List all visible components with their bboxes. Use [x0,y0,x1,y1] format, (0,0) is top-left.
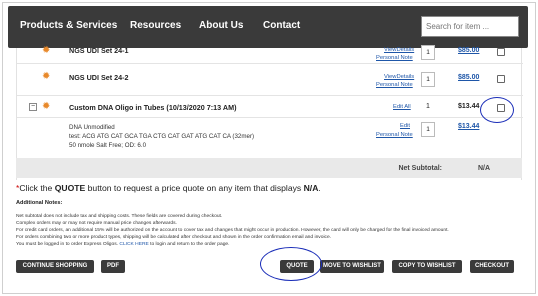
continue-shopping-button[interactable]: CONTINUE SHOPPING [16,260,94,273]
quote-note-text: Click the [19,183,55,193]
click-here-link[interactable]: CLICK HERE [119,242,148,247]
view-details-link[interactable]: ViewDetails [384,74,414,80]
quantity-input[interactable]: 1 [421,45,435,60]
additional-note-line: For orders combining two or more product… [16,235,332,240]
additional-note-line: For credit card orders, an additional 15… [16,228,449,233]
oligo-type: DNA Unmodified [69,124,115,131]
personal-note-link[interactable]: Personal Note [376,82,413,88]
product-name: NGS UDI Set 24-2 [69,73,129,82]
annotation-circle [480,97,514,123]
nav-resources[interactable]: Resources [130,20,181,31]
additional-notes-title: Additional Notes: [16,200,63,206]
cart-row: ✹ NGS UDI Set 24-2 ViewDetails Personal … [17,64,523,96]
item-price[interactable]: $85.00 [458,47,479,54]
item-price: $13.44 [458,103,480,110]
annotation-circle [260,247,322,281]
product-name: NGS UDI Set 24-1 [69,46,129,55]
move-to-wishlist-button[interactable]: MOVE TO WISHLIST [320,260,384,273]
search-input[interactable] [421,16,519,37]
select-checkbox[interactable] [497,48,505,56]
personal-note-link[interactable]: Personal Note [376,55,413,61]
login-note-text: to login and return to the order page. [148,242,230,247]
nav-about-us[interactable]: About Us [199,20,243,31]
na-keyword: N/A [303,183,319,193]
view-details-link[interactable]: ViewDetails [384,47,414,53]
login-note-text: You must be logged in to order Express O… [16,242,120,247]
nav-products-services[interactable]: Products & Services [20,20,117,31]
additional-note-line: Net subtotal does not include tax and sh… [16,214,223,219]
gear-icon: ✹ [42,45,51,56]
net-subtotal-label: Net Subtotal: [398,165,442,172]
cart-row: − ✹ Custom DNA Oligo in Tubes (10/13/202… [17,96,523,118]
quote-keyword: QUOTE [54,183,86,193]
additional-note-line: You must be logged in to order Express O… [16,242,230,247]
oligo-sequence: test: ACG ATG CAT GCA TGA CTG CAT GAT AT… [69,133,255,140]
gear-icon: ✹ [42,71,51,82]
oligo-scale: 50 nmole Salt Free; OD: 6.0 [69,142,147,149]
edit-all-link[interactable]: Edit All [393,104,411,110]
quantity-value: 1 [426,103,430,110]
quantity-input[interactable]: 1 [421,122,435,137]
oligo-detail-row: DNA Unmodified test: ACG ATG CAT GCA TGA… [17,118,523,158]
select-checkbox[interactable] [497,75,505,83]
product-name: Custom DNA Oligo in Tubes (10/13/2020 7:… [69,103,237,112]
quote-note-text: . [318,183,321,193]
copy-to-wishlist-button[interactable]: COPY TO WISHLIST [392,260,462,273]
additional-note-line: Complex orders may or may not require ma… [16,221,177,226]
quote-instruction: *Click the QUOTE button to request a pri… [16,183,321,193]
item-price[interactable]: $85.00 [458,74,479,81]
cart-row: ✹ NGS UDI Set 24-1 ViewDetails Personal … [17,45,523,64]
pdf-button[interactable]: PDF [101,260,125,273]
personal-note-link[interactable]: Personal Note [376,132,413,138]
edit-link[interactable]: Edit [400,123,410,129]
item-price[interactable]: $13.44 [458,123,479,130]
nav-contact[interactable]: Contact [263,20,300,31]
quote-note-text: button to request a price quote on any i… [85,183,304,193]
net-subtotal-row: Net Subtotal: N/A [16,158,522,178]
net-subtotal-value: N/A [477,165,490,172]
top-navbar: Products & Services Resources About Us C… [8,6,528,48]
checkout-button[interactable]: CHECKOUT [470,260,514,273]
gear-icon: ✹ [42,101,51,112]
quantity-input[interactable]: 1 [421,72,435,87]
collapse-minus-icon[interactable]: − [29,103,37,111]
